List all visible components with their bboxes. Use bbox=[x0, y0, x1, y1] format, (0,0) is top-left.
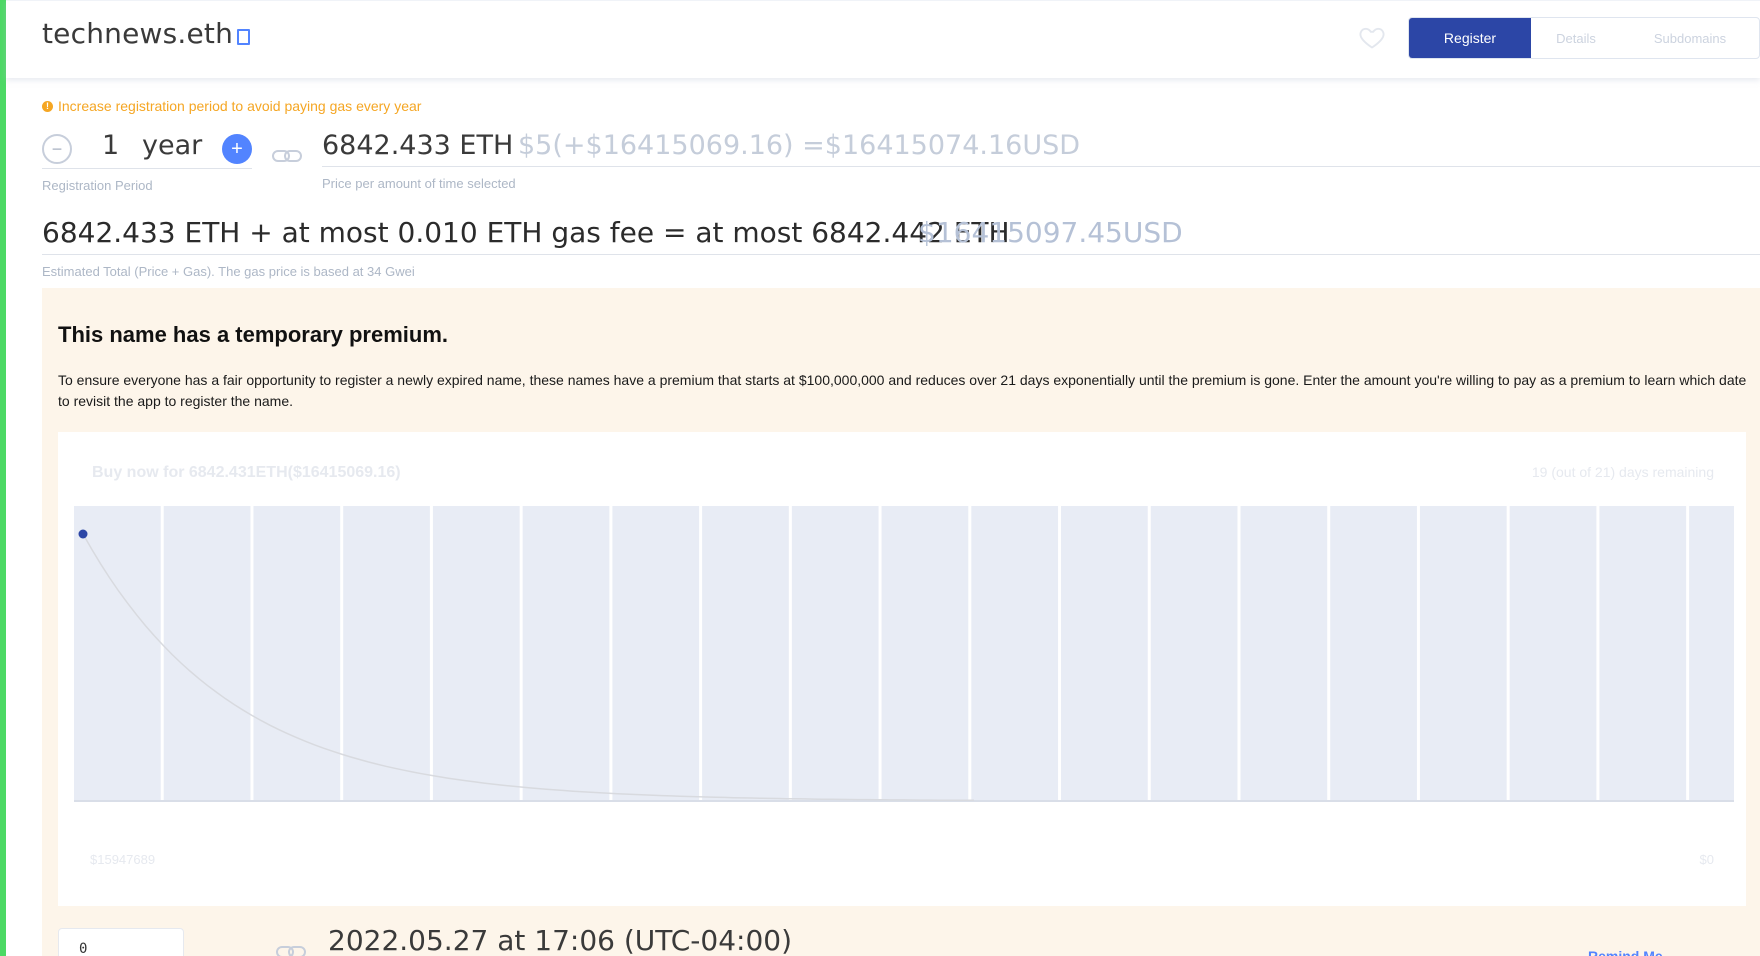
estimated-total-label: Estimated Total (Price + Gas). The gas p… bbox=[42, 264, 415, 279]
chart-day-column bbox=[74, 506, 161, 801]
copy-icon[interactable] bbox=[237, 29, 251, 45]
chart-day-column bbox=[253, 506, 341, 801]
days-remaining-label: 19 (out of 21) days remaining bbox=[1531, 464, 1714, 480]
chart-day-column bbox=[522, 506, 610, 801]
year-unit: year bbox=[142, 130, 203, 161]
target-date: 2022.05.27 at 17:06 (UTC-04:00) bbox=[328, 924, 792, 956]
increment-year-button[interactable]: + bbox=[222, 134, 252, 164]
year-count: 1 bbox=[102, 130, 120, 161]
tab-details[interactable]: Details bbox=[1531, 18, 1621, 58]
registration-period-label: Registration Period bbox=[42, 178, 153, 193]
remind-me-button[interactable]: Remind Me bbox=[1588, 948, 1663, 956]
left-accent-stripe bbox=[0, 0, 6, 956]
chart-day-column bbox=[1240, 506, 1328, 801]
total-underline bbox=[42, 254, 1760, 255]
tab-register[interactable]: Register bbox=[1409, 18, 1531, 58]
page-tabs: Register Details Subdomains bbox=[1408, 17, 1760, 59]
premium-description: To ensure everyone has a fair opportunit… bbox=[58, 372, 1747, 409]
heart-icon[interactable] bbox=[1358, 23, 1386, 51]
chart-end-value: $0 bbox=[1699, 852, 1714, 867]
chart-day-column bbox=[881, 506, 969, 801]
tab-subdomains[interactable]: Subdomains bbox=[1621, 18, 1759, 58]
premium-amount-input[interactable]: 0 bbox=[58, 928, 184, 956]
chart-day-column bbox=[163, 506, 251, 801]
chart-day-column bbox=[791, 506, 879, 801]
app-canvas: technews.eth Register Details Subdomains… bbox=[0, 0, 1760, 956]
temporary-premium-section: This name has a temporary premium. To en… bbox=[42, 288, 1760, 956]
chart-day-column bbox=[1689, 506, 1734, 801]
current-premium-point bbox=[78, 529, 88, 539]
premium-title: This name has a temporary premium. bbox=[58, 322, 449, 347]
price-underline bbox=[322, 166, 1760, 167]
chart-day-column bbox=[432, 506, 520, 801]
decrement-year-button[interactable]: − bbox=[42, 134, 72, 164]
gas-warning: ! Increase registration period to avoid … bbox=[42, 98, 421, 114]
price-label: Price per amount of time selected bbox=[322, 176, 516, 191]
chart-day-column bbox=[1330, 506, 1417, 801]
chart-day-column bbox=[971, 506, 1059, 801]
name-header: technews.eth Register Details Subdomains bbox=[6, 0, 1760, 78]
domain-name: technews.eth bbox=[42, 17, 234, 50]
chart-day-column bbox=[1150, 506, 1238, 801]
premium-chart-card: Buy now for 6842.431ETH($16415069.16) 19… bbox=[58, 432, 1746, 906]
chart-day-column bbox=[1419, 506, 1507, 801]
warning-icon: ! bbox=[42, 100, 53, 112]
estimated-total-usd: $16415097.45USD bbox=[918, 216, 1183, 249]
chart-day-column bbox=[702, 506, 789, 801]
chart-start-value: $15947689 bbox=[90, 852, 156, 867]
chain-link-icon bbox=[276, 946, 306, 956]
price-eth: 6842.433 ETH bbox=[322, 130, 514, 161]
domain-title: technews.eth bbox=[42, 17, 251, 50]
period-underline bbox=[42, 168, 252, 169]
buy-now-label: Buy now for 6842.431ETH($16415069.16) bbox=[92, 464, 401, 481]
chart-day-column bbox=[1509, 506, 1597, 801]
premium-decay-chart[interactable] bbox=[74, 506, 1734, 806]
estimated-total: 6842.433 ETH + at most 0.010 ETH gas fee… bbox=[42, 216, 1010, 249]
chart-day-column bbox=[343, 506, 430, 801]
chart-day-column bbox=[1061, 506, 1148, 801]
price-usd: $5(+$16415069.16) =$16415074.16USD bbox=[518, 130, 1081, 161]
chart-day-column bbox=[1599, 506, 1687, 801]
chain-link-icon bbox=[272, 150, 302, 162]
gas-warning-text: Increase registration period to avoid pa… bbox=[58, 98, 422, 114]
chart-day-column bbox=[612, 506, 700, 801]
